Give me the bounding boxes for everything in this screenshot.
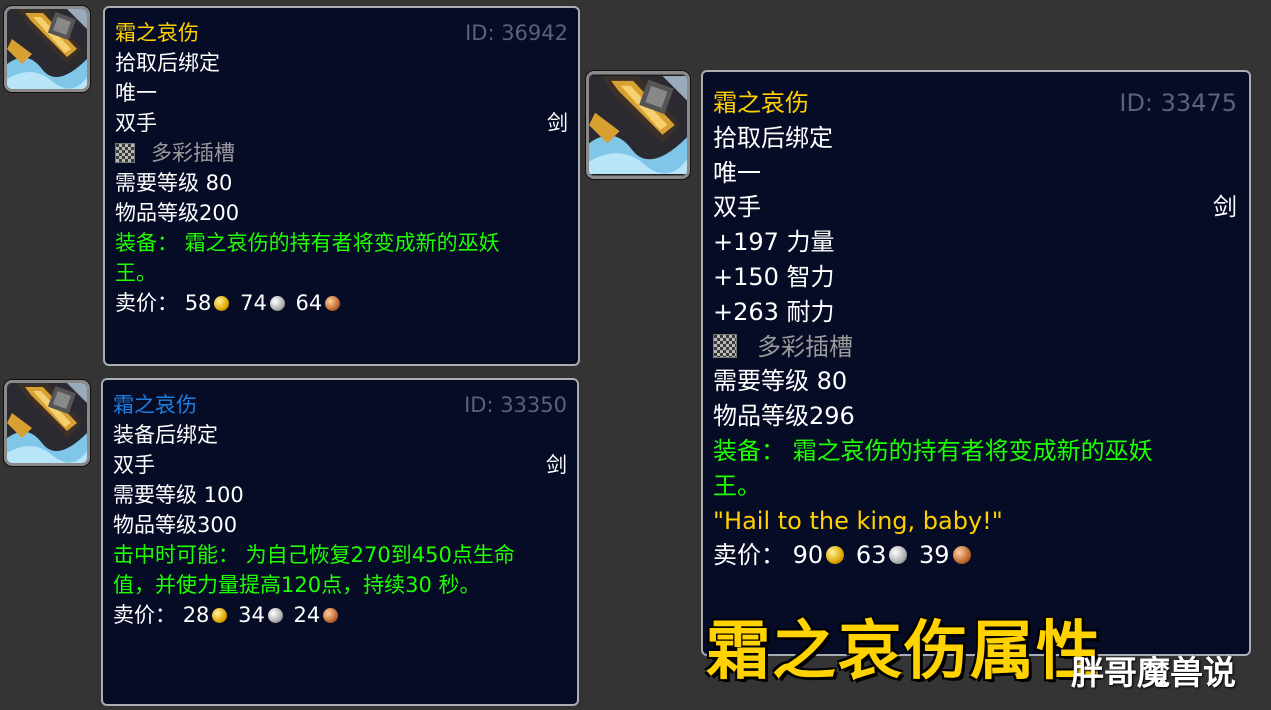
gold-amount: 28 <box>182 603 210 627</box>
sell-label: 卖价： <box>115 291 178 315</box>
item-level: 物品等级200 <box>115 201 240 225</box>
bind-text: 拾取后绑定 <box>713 123 833 152</box>
item-level: 物品等级300 <box>113 513 238 537</box>
sell-price: 卖价： 28 34 24 <box>113 600 567 630</box>
silver-amount: 34 <box>238 603 265 627</box>
equip-effect-line1: 装备： 霜之哀伤的持有者将变成新的巫妖 <box>713 436 1153 465</box>
silver-amount: 63 <box>855 541 887 570</box>
socket-text: 多彩插槽 <box>757 332 853 361</box>
copper-amount: 39 <box>919 541 950 570</box>
hand-text: 双手 <box>113 453 155 477</box>
equip-effect-line2: 王。 <box>713 471 761 500</box>
sell-price: 卖价： 58 74 64 <box>115 288 568 318</box>
item-tooltip-3: 霜之哀伤 ID: 33475 拾取后绑定 唯一 双手 剑 +197 力量 +15… <box>701 70 1251 656</box>
item-id: ID: 33475 <box>1119 89 1237 117</box>
bind-text: 拾取后绑定 <box>115 51 220 75</box>
item-name: 霜之哀伤 <box>115 21 199 45</box>
stat-intellect: +150 智力 <box>713 262 835 291</box>
proc-effect-line1: 击中时可能： 为自己恢复270到450点生命 <box>113 543 515 567</box>
sell-label: 卖价： <box>113 603 176 627</box>
gold-amount: 58 <box>184 291 212 315</box>
bind-text: 装备后绑定 <box>113 423 218 447</box>
hand-text: 双手 <box>713 193 761 222</box>
weapon-type: 剑 <box>547 111 568 135</box>
item-id: ID: 36942 <box>465 21 568 45</box>
copper-coin-icon <box>323 608 339 623</box>
socket-prismatic-icon <box>115 143 135 163</box>
stat-strength: +197 力量 <box>713 228 835 257</box>
equip-effect-line2: 王。 <box>115 261 157 285</box>
item-name: 霜之哀伤 <box>113 393 197 417</box>
item-id: ID: 33350 <box>464 393 567 417</box>
watermark-text: 胖哥魔兽说 <box>1071 653 1236 692</box>
proc-effect-line2: 值，并使力量提高120点，持续30 秒。 <box>113 573 481 597</box>
copper-coin-icon <box>325 296 341 311</box>
flavor-text: "Hail to the king, baby!" <box>713 506 1003 535</box>
gold-coin-icon <box>826 546 845 565</box>
weapon-type: 剑 <box>1213 193 1237 222</box>
silver-coin-icon <box>267 608 283 623</box>
weapon-type: 剑 <box>546 453 567 477</box>
hand-text: 双手 <box>115 111 157 135</box>
frostmourne-icon[interactable] <box>4 380 90 466</box>
gold-amount: 90 <box>792 541 824 570</box>
required-level: 需要等级 80 <box>115 171 233 195</box>
copper-amount: 64 <box>295 291 323 315</box>
sell-label: 卖价： <box>713 541 785 570</box>
copper-coin-icon <box>952 546 971 565</box>
silver-coin-icon <box>269 296 285 311</box>
frostmourne-icon[interactable] <box>4 6 90 92</box>
gold-coin-icon <box>212 608 228 623</box>
item-tooltip-2: 霜之哀伤 ID: 33350 装备后绑定 双手 剑 需要等级 100 物品等级3… <box>101 378 579 706</box>
gold-coin-icon <box>214 296 230 311</box>
caption-title: 霜之哀伤属性 <box>706 615 1102 689</box>
item-tooltip-1: 霜之哀伤 ID: 36942 拾取后绑定 唯一 双手 剑 多彩插槽 需要等级 8… <box>103 6 580 366</box>
unique-text: 唯一 <box>115 81 157 105</box>
sell-price: 卖价： 90 63 39 <box>713 538 1237 573</box>
silver-amount: 74 <box>240 291 267 315</box>
stat-stamina: +263 耐力 <box>713 297 835 326</box>
equip-effect-line1: 装备： 霜之哀伤的持有者将变成新的巫妖 <box>115 231 500 255</box>
item-level: 物品等级296 <box>713 402 855 431</box>
required-level: 需要等级 100 <box>113 483 244 507</box>
required-level: 需要等级 80 <box>713 367 848 396</box>
silver-coin-icon <box>889 546 908 565</box>
unique-text: 唯一 <box>713 158 761 187</box>
item-name: 霜之哀伤 <box>713 89 809 117</box>
copper-amount: 24 <box>293 603 321 627</box>
socket-text: 多彩插槽 <box>151 141 235 165</box>
frostmourne-icon[interactable] <box>586 71 690 179</box>
socket-prismatic-icon <box>713 333 737 358</box>
